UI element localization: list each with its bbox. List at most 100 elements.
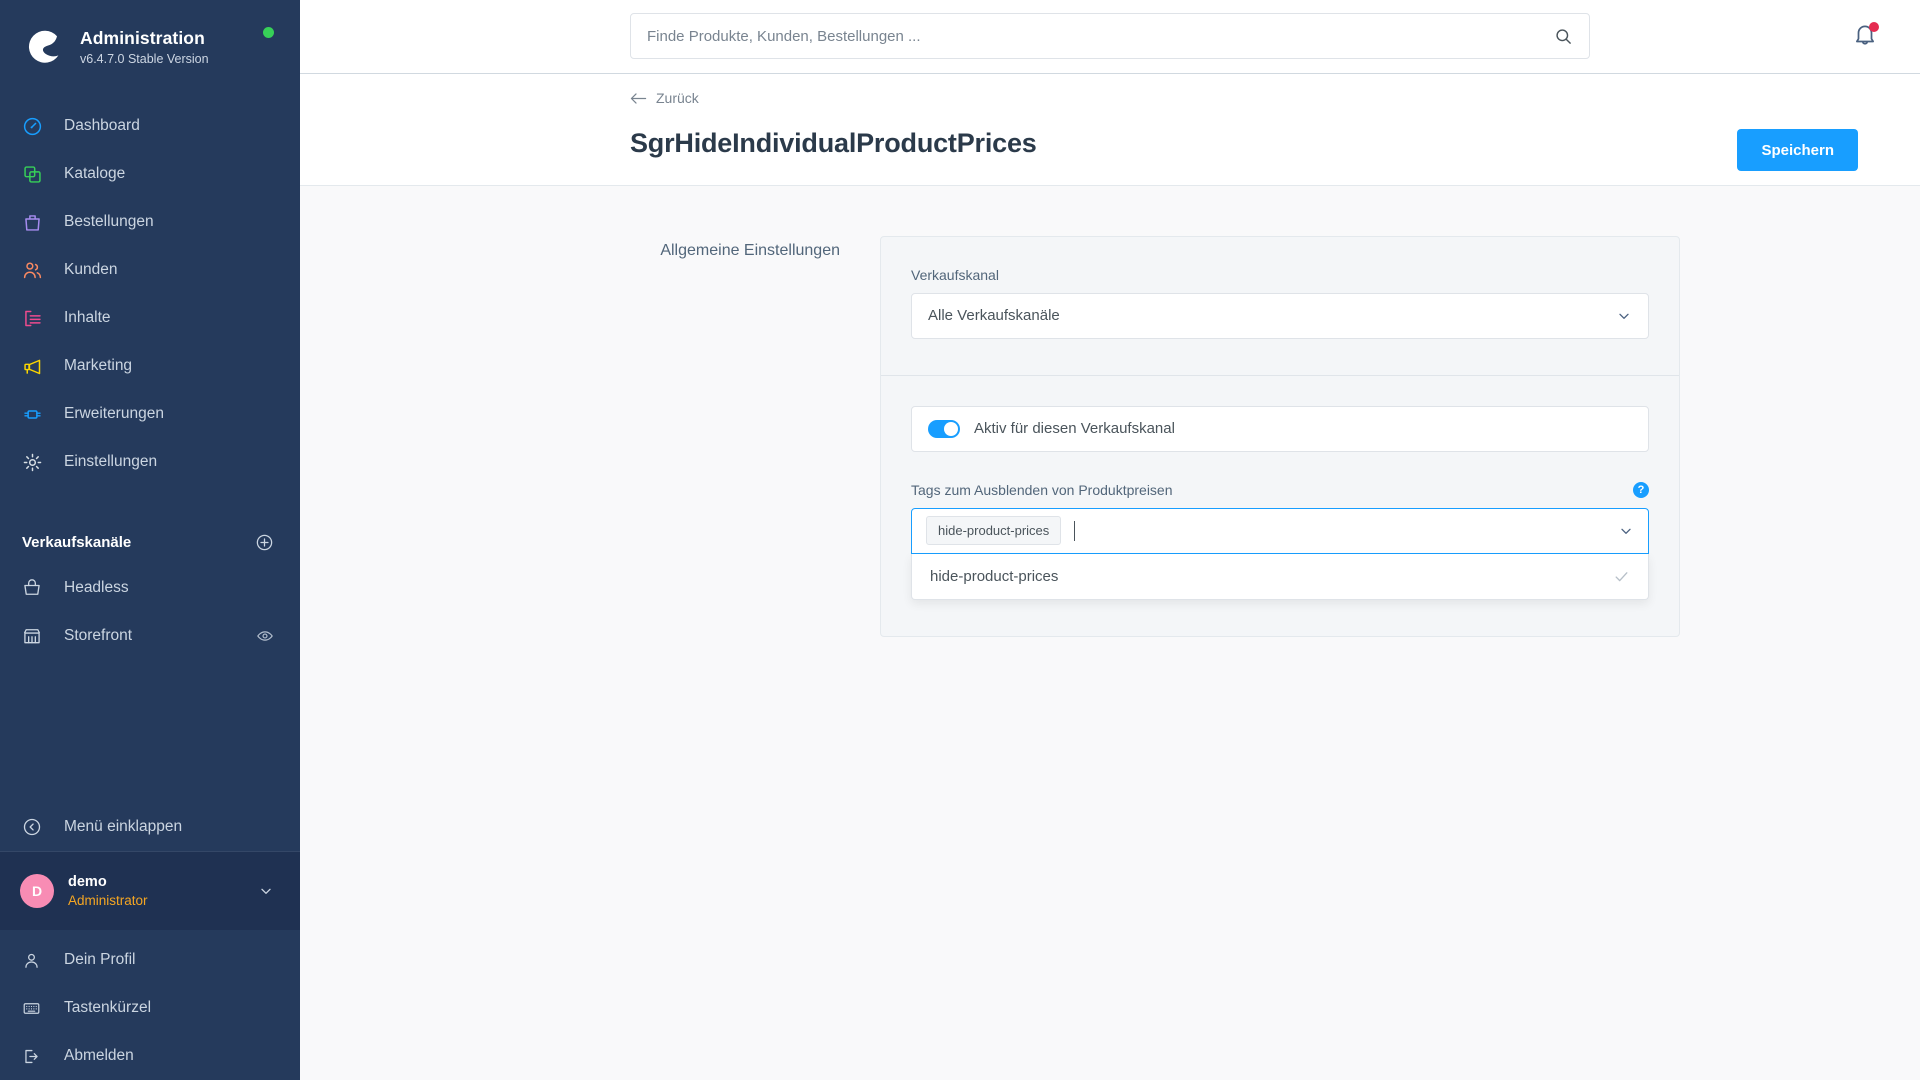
help-question-icon[interactable]: ? bbox=[1633, 481, 1649, 498]
chevron-down-icon[interactable] bbox=[258, 883, 274, 899]
avatar: D bbox=[20, 874, 54, 908]
general-settings-label: Allgemeine Einstellungen bbox=[660, 241, 840, 259]
collapse-menu-button[interactable]: Menü einklappen bbox=[0, 802, 300, 852]
sidebar-item-marketing[interactable]: Marketing bbox=[0, 342, 300, 390]
check-icon bbox=[1613, 568, 1630, 585]
menu-item-label: Dein Profil bbox=[64, 951, 136, 968]
sales-channels-title: Verkaufskanäle bbox=[22, 533, 132, 551]
sidebar-item-kataloge[interactable]: Kataloge bbox=[0, 150, 300, 198]
sidebar-item-einstellungen[interactable]: Einstellungen bbox=[0, 438, 300, 486]
tags-label-row: Tags zum Ausblenden von Produktpreisen ? bbox=[911, 481, 1649, 498]
text-caret bbox=[1074, 520, 1076, 541]
sidebar-item-storefront[interactable]: Storefront bbox=[0, 612, 300, 660]
active-toggle[interactable] bbox=[928, 419, 960, 438]
tags-dropdown: hide-product-prices bbox=[911, 553, 1649, 600]
app-root: Administration v6.4.7.0 Stable Version D… bbox=[0, 0, 1920, 1080]
sidebar-item-kunden[interactable]: Kunden bbox=[0, 246, 300, 294]
user-meta: demo Administrator bbox=[68, 873, 258, 909]
menu-item-dein-profil[interactable]: Dein Profil bbox=[0, 936, 300, 984]
customers-icon bbox=[22, 260, 56, 281]
active-toggle-row[interactable]: Aktiv für diesen Verkaufskanal bbox=[911, 405, 1649, 452]
search-input[interactable] bbox=[647, 27, 1554, 45]
sidebar-item-erweiterungen[interactable]: Erweiterungen bbox=[0, 390, 300, 438]
plugin-config-section: Aktiv für diesen Verkaufskanal Tags zum … bbox=[881, 376, 1679, 636]
brand-header[interactable]: Administration v6.4.7.0 Stable Version bbox=[0, 0, 300, 74]
sidebar-item-headless[interactable]: Headless bbox=[0, 564, 300, 612]
sidebar-item-label: Headless bbox=[64, 579, 129, 596]
sidebar: Administration v6.4.7.0 Stable Version D… bbox=[0, 0, 300, 1080]
user-profile-row[interactable]: D demo Administrator bbox=[0, 852, 300, 930]
content-icon bbox=[22, 308, 56, 329]
page-body: Allgemeine Einstellungen Verkaufskanal A… bbox=[300, 186, 1920, 1080]
megaphone-icon bbox=[22, 356, 56, 377]
main-navigation: Dashboard Kataloge Bestellungen Kunden I… bbox=[0, 102, 300, 486]
sales-channel-label: Verkaufskanal bbox=[911, 266, 999, 283]
page-title: SgrHideIndividualProductPrices bbox=[630, 127, 1037, 158]
active-toggle-label: Aktiv für diesen Verkaufskanal bbox=[974, 420, 1175, 437]
menu-item-tastenkuerzel[interactable]: Tastenkürzel bbox=[0, 984, 300, 1032]
sidebar-item-bestellungen[interactable]: Bestellungen bbox=[0, 198, 300, 246]
eye-icon[interactable] bbox=[256, 627, 274, 645]
back-link-label: Zurück bbox=[656, 90, 699, 106]
menu-item-label: Abmelden bbox=[64, 1047, 134, 1064]
storefront-icon bbox=[22, 626, 56, 646]
sidebar-item-label: Erweiterungen bbox=[64, 405, 164, 422]
sidebar-item-label: Einstellungen bbox=[64, 453, 158, 470]
tags-option-label: hide-product-prices bbox=[930, 567, 1059, 585]
tags-field: Tags zum Ausblenden von Produktpreisen ?… bbox=[911, 481, 1649, 600]
general-settings-card: Verkaufskanal Alle Verkaufskanäle Aktiv … bbox=[880, 235, 1680, 637]
save-button[interactable]: Speichern bbox=[1737, 129, 1858, 171]
sidebar-item-label: Kunden bbox=[64, 261, 118, 278]
sidebar-item-label: Marketing bbox=[64, 357, 133, 374]
shopware-logo-icon bbox=[22, 25, 66, 69]
sidebar-item-label: Inhalte bbox=[64, 309, 111, 326]
settings-grid: Allgemeine Einstellungen Verkaufskanal A… bbox=[300, 235, 1920, 637]
user-role: Administrator bbox=[68, 892, 148, 908]
sales-channel-select[interactable]: Alle Verkaufskanäle bbox=[911, 292, 1649, 339]
sidebar-item-dashboard[interactable]: Dashboard bbox=[0, 102, 300, 150]
notification-badge bbox=[1869, 22, 1879, 32]
chevron-down-icon bbox=[1616, 308, 1632, 324]
brand-title: Administration bbox=[80, 28, 205, 49]
menu-item-abmelden[interactable]: Abmelden bbox=[0, 1032, 300, 1080]
plus-circle-icon[interactable] bbox=[255, 533, 274, 552]
notifications-button[interactable] bbox=[1852, 22, 1879, 48]
top-bar bbox=[300, 0, 1920, 74]
tags-dropdown-option[interactable]: hide-product-prices bbox=[912, 554, 1648, 599]
tags-label: Tags zum Ausblenden von Produktpreisen bbox=[911, 481, 1173, 498]
sales-channel-section: Verkaufskanal Alle Verkaufskanäle bbox=[881, 237, 1679, 375]
search-box[interactable] bbox=[630, 13, 1590, 59]
menu-item-label: Tastenkürzel bbox=[64, 999, 152, 1016]
sales-channel-value: Alle Verkaufskanäle bbox=[928, 307, 1060, 324]
user-name: demo bbox=[68, 873, 107, 890]
dashboard-icon bbox=[22, 116, 56, 137]
person-icon bbox=[22, 951, 56, 970]
logout-icon bbox=[22, 1047, 56, 1066]
tag-chip[interactable]: hide-product-prices bbox=[926, 516, 1062, 545]
catalog-icon bbox=[22, 164, 56, 185]
arrow-left-icon bbox=[630, 92, 647, 105]
sidebar-item-label: Bestellungen bbox=[64, 213, 154, 230]
keyboard-icon bbox=[22, 999, 56, 1018]
toggle-knob bbox=[944, 421, 958, 436]
settings-label-column: Allgemeine Einstellungen bbox=[630, 236, 880, 637]
chevron-circle-left-icon bbox=[22, 817, 56, 837]
plugin-icon bbox=[22, 404, 56, 425]
search-icon[interactable] bbox=[1554, 27, 1573, 46]
user-menu: Dein Profil Tastenkürzel Abmelden bbox=[0, 930, 300, 1080]
basket-icon bbox=[22, 578, 56, 598]
gear-icon bbox=[22, 452, 56, 473]
global-search bbox=[630, 13, 1590, 59]
brand-version: v6.4.7.0 Stable Version bbox=[80, 51, 209, 66]
sidebar-item-inhalte[interactable]: Inhalte bbox=[0, 294, 300, 342]
sidebar-item-label: Dashboard bbox=[64, 117, 140, 134]
orders-bag-icon bbox=[22, 212, 56, 233]
page-header: Zurück SgrHideIndividualProductPrices Sp… bbox=[300, 74, 1920, 186]
status-online-dot bbox=[263, 27, 274, 38]
chevron-down-icon[interactable] bbox=[1618, 523, 1634, 539]
back-link[interactable]: Zurück bbox=[630, 90, 699, 106]
tags-input-box[interactable]: hide-product-prices bbox=[911, 507, 1649, 554]
sidebar-item-label: Storefront bbox=[64, 627, 133, 644]
sidebar-item-label: Kataloge bbox=[64, 165, 126, 182]
